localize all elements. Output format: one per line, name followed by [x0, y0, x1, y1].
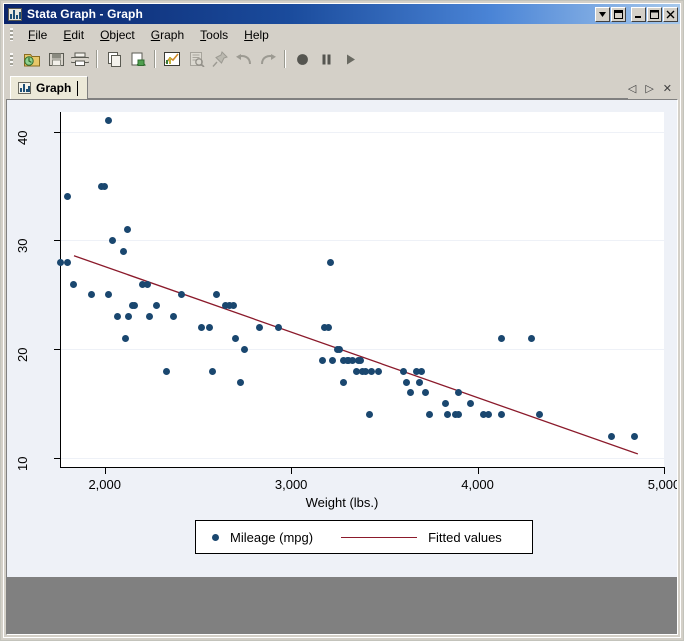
- graph-client-area: 10 20 30 40 2,000 3,000 4,000 5,000 Weight (lbs…: [6, 99, 678, 635]
- menu-item-help[interactable]: Help: [236, 26, 277, 44]
- empty-workspace: [7, 577, 677, 634]
- tab-close-icon[interactable]: ✕: [663, 84, 672, 95]
- data-point: [403, 378, 411, 386]
- data-point: [399, 367, 407, 375]
- data-point: [274, 324, 282, 332]
- data-point: [416, 378, 424, 386]
- data-point: [375, 367, 383, 375]
- toolbar: [4, 45, 680, 73]
- restore-child-window[interactable]: [611, 6, 626, 22]
- data-point: [144, 280, 152, 288]
- tab-strip-filler: [88, 75, 628, 99]
- graph-editor-icon[interactable]: [160, 48, 184, 71]
- inspect-icon: [184, 48, 208, 71]
- data-point: [209, 367, 217, 375]
- data-point: [121, 335, 129, 342]
- legend-label-mileage: Mileage (mpg): [230, 529, 314, 545]
- menu-bar: File Edit Object Graph Tools Help: [4, 24, 680, 45]
- x-axis-title: Weight (lbs.): [305, 495, 379, 510]
- menu-item-object[interactable]: Object: [92, 26, 143, 44]
- stata-graph-window: Stata Graph - Graph File Edit Object Gra…: [0, 0, 684, 641]
- data-point: [425, 411, 433, 419]
- menu-grip[interactable]: [10, 28, 13, 41]
- pause-icon[interactable]: [314, 48, 338, 71]
- bar-chart-icon: [8, 7, 22, 21]
- legend-marker-mileage: [212, 533, 219, 541]
- open-icon[interactable]: [20, 48, 44, 71]
- data-point: [356, 356, 364, 364]
- menu-item-file[interactable]: File: [20, 26, 55, 44]
- play-icon[interactable]: [338, 48, 362, 71]
- data-point: [231, 335, 239, 342]
- data-point: [205, 324, 213, 332]
- data-point: [367, 367, 375, 375]
- pin-icon: [208, 48, 232, 71]
- toolbar-separator: [96, 50, 98, 68]
- undo-icon: [232, 48, 256, 71]
- copy-icon[interactable]: [102, 48, 126, 71]
- bar-chart-icon: [18, 82, 31, 94]
- data-point: [328, 356, 336, 364]
- maximize-window[interactable]: [647, 6, 662, 22]
- record-icon[interactable]: [290, 48, 314, 71]
- graph-canvas[interactable]: 10 20 30 40 2,000 3,000 4,000 5,000 Weight (lbs…: [7, 100, 677, 577]
- legend-line-fitted: [341, 536, 418, 538]
- data-point: [56, 258, 64, 266]
- menu-item-graph[interactable]: Graph: [143, 26, 192, 44]
- toolbar-grip[interactable]: [10, 52, 13, 66]
- paste-graph-icon[interactable]: [126, 48, 150, 71]
- window-title: Stata Graph - Graph: [27, 7, 143, 21]
- data-point: [101, 182, 109, 190]
- data-point: [339, 378, 347, 386]
- tab-scroll-left-icon[interactable]: ◁: [628, 84, 636, 95]
- window-controls: [595, 6, 678, 22]
- toolbar-separator: [284, 50, 286, 68]
- data-point: [630, 433, 638, 440]
- data-point: [324, 324, 332, 332]
- tab-label: Graph: [36, 81, 72, 95]
- data-point: [326, 258, 334, 266]
- chart-legend: Mileage (mpg) Fitted values: [195, 520, 533, 554]
- data-point: [69, 280, 77, 288]
- data-point: [535, 411, 543, 419]
- data-point: [237, 378, 245, 386]
- data-point: [241, 345, 249, 353]
- close-window[interactable]: [663, 6, 678, 22]
- data-point: [418, 367, 426, 375]
- tab-navigation: ◁ ▷ ✕: [628, 84, 680, 99]
- toolbar-separator: [154, 50, 156, 68]
- data-point: [336, 345, 344, 353]
- save-icon[interactable]: [44, 48, 68, 71]
- tab-graph[interactable]: Graph: [10, 76, 89, 99]
- data-point: [108, 236, 116, 244]
- data-point: [466, 400, 474, 408]
- redo-icon: [256, 48, 280, 71]
- print-icon[interactable]: [68, 48, 92, 71]
- tab-scroll-right-icon[interactable]: ▷: [645, 84, 653, 95]
- tab-strip: Graph ◁ ▷ ✕: [4, 73, 680, 99]
- minimize-window[interactable]: [631, 6, 646, 22]
- menu-item-tools[interactable]: Tools: [192, 26, 236, 44]
- data-point: [119, 247, 127, 255]
- data-point: [63, 258, 71, 266]
- legend-label-fitted: Fitted values: [428, 529, 502, 545]
- window-menu-dropdown[interactable]: [595, 6, 610, 22]
- data-point: [123, 226, 131, 234]
- menu-item-edit[interactable]: Edit: [55, 26, 92, 44]
- data-point: [162, 367, 170, 375]
- tab-text-caret: [77, 80, 79, 96]
- title-bar: Stata Graph - Graph: [4, 4, 680, 24]
